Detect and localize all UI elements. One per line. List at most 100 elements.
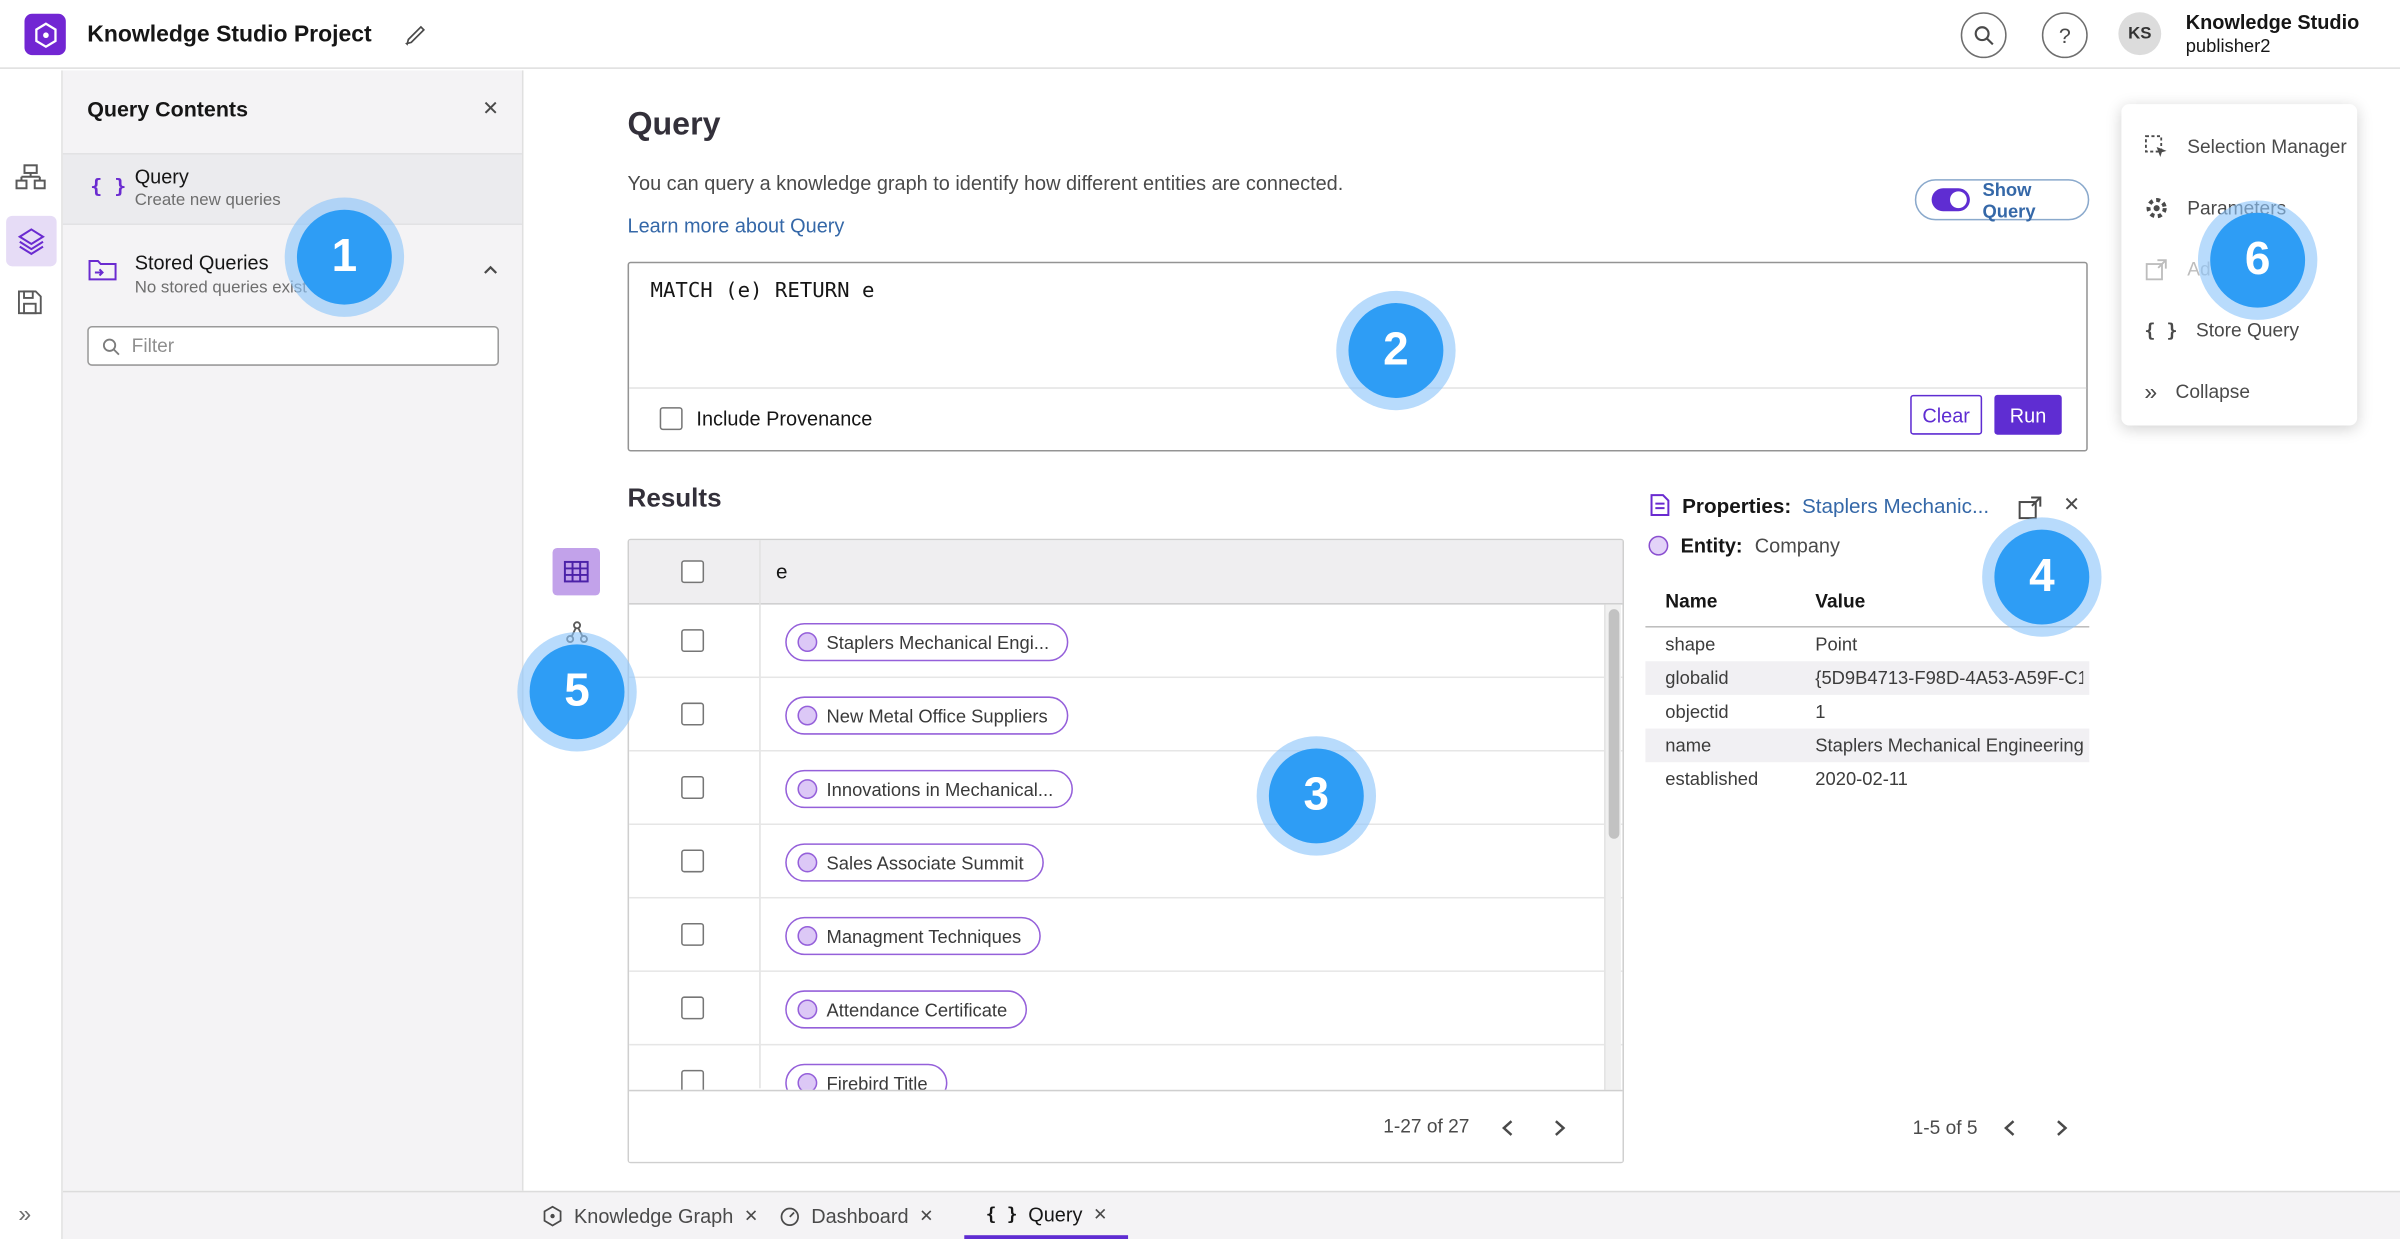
account-username: publisher2 (2185, 35, 2271, 57)
row-checkbox[interactable] (681, 1069, 705, 1092)
row-checkbox[interactable] (681, 702, 705, 726)
entity-dot-icon (797, 632, 818, 653)
expand-rail-icon[interactable]: » (18, 1202, 31, 1228)
prev-page-icon[interactable] (1485, 1105, 1531, 1151)
close-properties-icon[interactable]: ✕ (2063, 493, 2080, 517)
layers-icon-selected[interactable] (6, 215, 57, 267)
project-title: Knowledge Studio Project (87, 21, 372, 48)
table-row: Innovations in Mechanical... (629, 752, 1623, 825)
row-checkbox[interactable] (681, 922, 705, 946)
filter-input-wrapper (87, 326, 499, 366)
query-item-label: Query (134, 165, 189, 189)
tab-knowledge-graph[interactable]: Knowledge Graph ✕ (533, 1192, 768, 1239)
query-description: You can query a knowledge graph to ident… (627, 171, 1344, 195)
results-page-count: 1-27 of 27 (1383, 1115, 1470, 1138)
entity-row: Entity: Company (1648, 534, 1840, 558)
save-icon[interactable] (15, 288, 44, 317)
query-contents-panel: Query Contents ✕ { } Query Create new qu… (62, 70, 524, 1191)
screenshot-viewport: Knowledge Studio Project ? KS Knowledge … (0, 0, 2400, 1239)
row-checkbox[interactable] (681, 996, 705, 1020)
results-scrollbar[interactable] (1604, 604, 1621, 1092)
row-checkbox[interactable] (681, 629, 705, 653)
entity-dot-icon (797, 926, 818, 946)
property-row: shape Point (1665, 633, 1858, 656)
entity-pill[interactable]: New Metal Office Suppliers (785, 696, 1068, 735)
tab-dashboard[interactable]: Dashboard ✕ (770, 1192, 943, 1239)
entity-pill[interactable]: Staplers Mechanical Engi... (785, 622, 1069, 662)
column-header-e: e (776, 560, 788, 584)
annotation-5: 5 (529, 644, 625, 740)
properties-next-page-icon[interactable] (2039, 1105, 2085, 1151)
stored-queries-folder-icon (87, 256, 118, 284)
results-table-body: Staplers Mechanical Engi... New Metal Of… (629, 605, 1623, 1092)
close-tab-icon[interactable]: ✕ (1093, 1204, 1107, 1223)
collapse-item[interactable]: » Collapse (2121, 361, 2357, 422)
hierarchy-icon[interactable] (15, 162, 46, 193)
annotation-1: 1 (296, 209, 392, 305)
row-checkbox[interactable] (681, 849, 705, 873)
filter-input[interactable] (131, 335, 486, 357)
query-item-description: Create new queries (134, 191, 281, 210)
chevron-up-icon[interactable] (481, 260, 501, 280)
store-query-item[interactable]: { } Store Query (2121, 300, 2357, 361)
next-page-icon[interactable] (1537, 1105, 1583, 1151)
include-provenance-checkbox[interactable] (659, 407, 683, 431)
properties-header: Properties: Staplers Mechanic... (1648, 493, 1989, 517)
run-button[interactable]: Run (1994, 394, 2062, 435)
app-window: Knowledge Studio Project ? KS Knowledge … (0, 0, 2400, 1239)
show-query-toggle[interactable]: Show Query (1914, 178, 2090, 222)
select-all-checkbox[interactable] (681, 560, 705, 584)
selection-manager-item[interactable]: Selection Manager (2121, 116, 2357, 177)
entity-pill[interactable]: Innovations in Mechanical... (785, 769, 1074, 809)
entity-dot-icon (797, 779, 818, 799)
table-row: Staplers Mechanical Engi... (629, 605, 1623, 679)
stored-queries-label: Stored Queries (134, 251, 269, 274)
row-checkbox[interactable] (681, 776, 705, 799)
scrollbar-thumb[interactable] (1608, 609, 1620, 839)
selection-manager-icon (2144, 135, 2168, 159)
entity-pill[interactable]: Firebird Title (785, 1063, 948, 1092)
close-tab-icon[interactable]: ✕ (744, 1206, 758, 1226)
results-table-header: e (629, 540, 1623, 605)
close-tab-icon[interactable]: ✕ (919, 1206, 933, 1226)
show-query-label: Show Query (1982, 178, 2036, 222)
panel-title: Query Contents (87, 96, 248, 121)
top-header: Knowledge Studio Project ? KS Knowledge … (0, 0, 2400, 69)
toggle-switch[interactable] (1931, 188, 1971, 212)
clear-button[interactable]: Clear (1910, 394, 1983, 435)
add-to-selection-icon[interactable] (2017, 494, 2043, 520)
page-title: Query (627, 107, 721, 143)
knowledge-graph-icon (542, 1205, 563, 1228)
left-icon-rail: » (0, 70, 63, 1239)
include-provenance-label: Include Provenance (696, 407, 873, 431)
table-row: Managment Techniques (629, 898, 1623, 972)
annotation-3: 3 (1268, 748, 1364, 844)
filter-search-icon (101, 336, 121, 356)
sidebar-item-stored-queries[interactable]: Stored Queries No stored queries exist (63, 242, 522, 314)
search-icon[interactable] (1960, 12, 2007, 59)
results-title: Results (627, 483, 722, 513)
bottom-tab-bar: Knowledge Graph ✕ Dashboard ✕ { } Query … (62, 1190, 2400, 1239)
close-panel-icon[interactable]: ✕ (482, 96, 499, 120)
avatar[interactable]: KS (2118, 12, 2162, 56)
entity-pill[interactable]: Managment Techniques (785, 916, 1042, 956)
entity-pill[interactable]: Attendance Certificate (785, 990, 1028, 1029)
entity-pill[interactable]: Sales Associate Summit (785, 843, 1044, 882)
table-view-icon[interactable] (552, 547, 600, 596)
entity-dot-icon (797, 999, 818, 1020)
app-logo-icon[interactable] (24, 13, 66, 56)
add-to-map-icon (2144, 257, 2168, 281)
edit-title-icon[interactable] (404, 23, 427, 46)
sidebar-item-query[interactable]: { } Query Create new queries (62, 153, 522, 225)
braces-icon: { } (2144, 319, 2178, 342)
table-row: Sales Associate Summit (629, 825, 1623, 899)
properties-entity-link[interactable]: Staplers Mechanic... (1802, 494, 1989, 517)
properties-prev-page-icon[interactable] (1987, 1105, 2033, 1151)
entity-type: Company (1754, 534, 1840, 558)
tab-query[interactable]: { } Query ✕ (964, 1192, 1129, 1239)
entity-dot-icon (797, 852, 818, 873)
annotation-6: 6 (2210, 212, 2306, 308)
property-row: established 2020-02-11 (1665, 768, 1908, 790)
learn-more-link[interactable]: Learn more about Query (628, 214, 845, 237)
help-icon[interactable]: ? (2041, 12, 2088, 59)
